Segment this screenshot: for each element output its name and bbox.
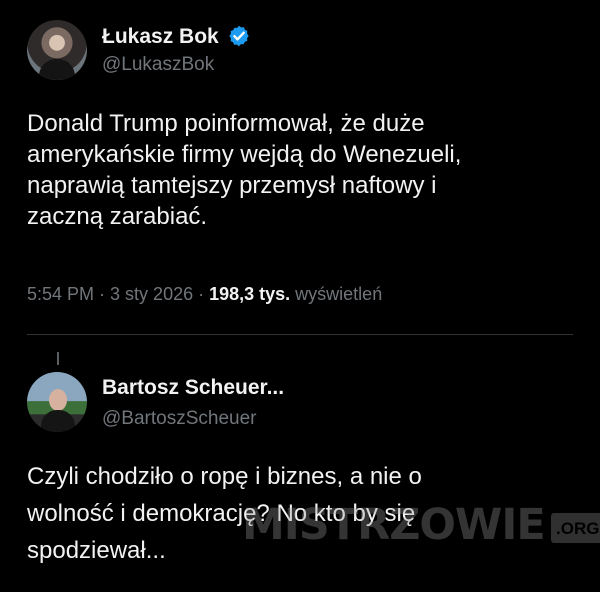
reply-author-avatar[interactable] bbox=[27, 372, 87, 432]
reply-author-name[interactable]: Bartosz Scheuer... bbox=[102, 377, 284, 398]
author-avatar[interactable] bbox=[27, 20, 87, 80]
verified-badge-icon bbox=[229, 25, 249, 47]
main-tweet: Łukasz Bok @LukaszBok Donald Trump poinf… bbox=[0, 0, 600, 320]
views-count[interactable]: 198,3 tys. bbox=[209, 284, 290, 304]
reply-tweet: Bartosz Scheuer... @BartoszScheuer Czyli… bbox=[0, 360, 600, 592]
tweet-date[interactable]: 3 sty 2026 bbox=[110, 284, 193, 304]
reply-author-handle[interactable]: @BartoszScheuer bbox=[102, 409, 256, 428]
author-name-row: Łukasz Bok bbox=[102, 24, 251, 48]
reply-text: Czyli chodziło o ropę i biznes, a nie o … bbox=[27, 463, 422, 564]
tweet-meta: 5:54 PM · 3 sty 2026 · 198,3 tys. wyświe… bbox=[27, 285, 382, 303]
author-handle[interactable]: @LukaszBok bbox=[102, 55, 214, 74]
meta-separator: · bbox=[94, 284, 111, 304]
meta-separator: · bbox=[193, 284, 210, 304]
author-name[interactable]: Łukasz Bok bbox=[102, 26, 219, 47]
tweet-divider bbox=[27, 334, 573, 335]
views-label: wyświetleń bbox=[290, 284, 383, 304]
tweet-time[interactable]: 5:54 PM bbox=[27, 284, 94, 304]
tweet-text: Donald Trump poinformował, że duże amery… bbox=[27, 110, 462, 230]
